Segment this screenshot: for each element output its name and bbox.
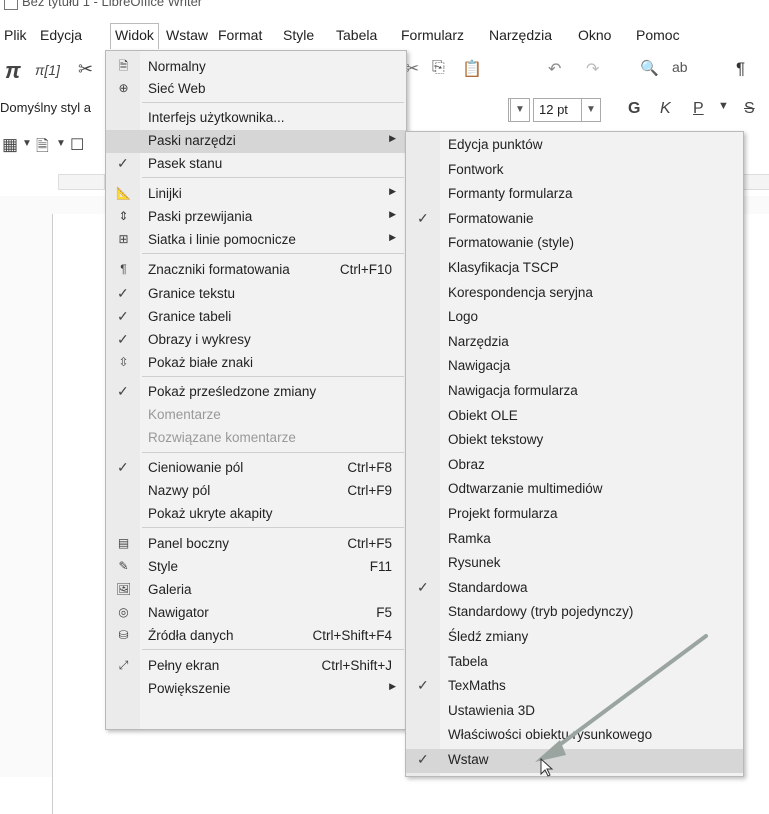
mouse-cursor-icon <box>540 758 554 777</box>
annotation-arrow <box>535 634 708 762</box>
